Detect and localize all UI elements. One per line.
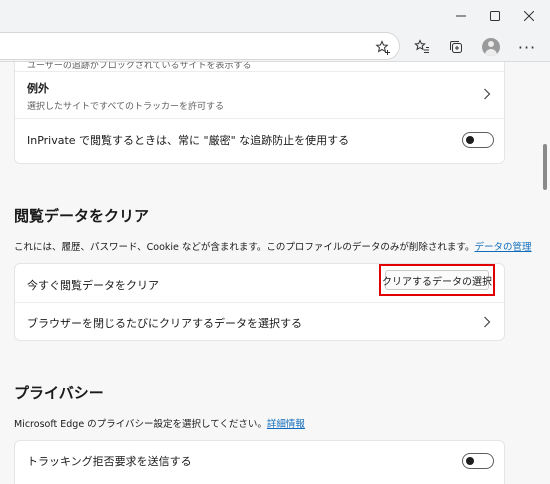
do-not-track-row: トラッキング拒否要求を送信する — [15, 441, 504, 481]
clear-data-description: これには、履歴、パスワード、Cookie などが含まれます。このプロファイルのデ… — [14, 242, 532, 253]
title-bar — [0, 0, 550, 32]
add-favorite-button[interactable] — [370, 35, 396, 61]
inprivate-strict-row: InPrivate で閲覧するときは、常に "厳密" な追跡防止を使用する — [15, 119, 504, 163]
clear-now-row: 今すぐ閲覧データをクリア クリアするデータの選択 — [15, 264, 504, 302]
chevron-right-icon — [481, 88, 493, 100]
collections-button[interactable] — [443, 34, 469, 60]
maximize-button[interactable] — [478, 0, 512, 32]
clear-on-close-row[interactable]: ブラウザーを閉じるたびにクリアするデータを選択する — [15, 303, 504, 341]
profile-icon — [482, 38, 500, 56]
more-menu-button[interactable]: ··· — [514, 34, 540, 60]
inprivate-strict-label: InPrivate で閲覧するときは、常に "厳密" な追跡防止を使用する — [27, 134, 350, 147]
favorites-button[interactable] — [409, 34, 435, 60]
learn-more-link[interactable]: 詳細情報 — [267, 419, 305, 430]
minimize-button[interactable] — [444, 0, 478, 32]
close-window-button[interactable] — [512, 0, 546, 32]
highlight-box: クリアするデータの選択 — [379, 264, 495, 296]
choose-data-to-clear-button[interactable]: クリアするデータの選択 — [382, 270, 492, 290]
clear-now-label: 今すぐ閲覧データをクリア — [27, 279, 159, 292]
star-add-icon — [375, 40, 390, 55]
clear-data-card: 今すぐ閲覧データをクリア クリアするデータの選択 ブラウザーを閉じるたびにクリア… — [14, 263, 505, 341]
chevron-right-icon — [481, 316, 493, 328]
clear-data-heading: 閲覧データをクリア — [14, 207, 150, 225]
browser-toolbar: ··· — [0, 32, 550, 62]
do-not-track-label: トラッキング拒否要求を送信する — [27, 455, 192, 468]
exceptions-title: 例外 — [27, 82, 49, 95]
privacy-card: トラッキング拒否要求を送信する — [14, 440, 505, 484]
tracking-prevention-card: ユーザーの追跡がブロックされているサイトを表示する 例外 選択したサイトですべて… — [14, 62, 505, 164]
privacy-heading: プライバシー — [14, 384, 104, 402]
do-not-track-toggle[interactable] — [462, 453, 494, 469]
blocked-sites-text: ユーザーの追跡がブロックされているサイトを表示する — [27, 62, 252, 71]
exceptions-row[interactable]: 例外 選択したサイトですべてのトラッカーを許可する — [15, 72, 504, 118]
scrollbar-thumb[interactable] — [543, 144, 547, 190]
minimize-icon — [456, 15, 466, 17]
exceptions-subtitle: 選択したサイトですべてのトラッカーを許可する — [27, 102, 225, 112]
privacy-description: Microsoft Edge のプライバシー設定を選択してください。詳細情報 — [14, 419, 305, 430]
vertical-scrollbar[interactable] — [540, 62, 550, 484]
close-icon — [524, 11, 534, 21]
inprivate-strict-toggle[interactable] — [462, 132, 494, 148]
address-bar[interactable] — [0, 32, 400, 60]
maximize-icon — [490, 11, 500, 21]
settings-content: ユーザーの追跡がブロックされているサイトを表示する 例外 選択したサイトですべて… — [0, 62, 540, 484]
favorites-icon — [414, 39, 429, 53]
clear-on-close-label: ブラウザーを閉じるたびにクリアするデータを選択する — [27, 317, 302, 330]
profile-button[interactable] — [478, 34, 504, 60]
manage-data-link[interactable]: データの管理 — [475, 242, 532, 253]
more-icon: ··· — [517, 37, 537, 57]
collections-icon — [450, 41, 462, 53]
